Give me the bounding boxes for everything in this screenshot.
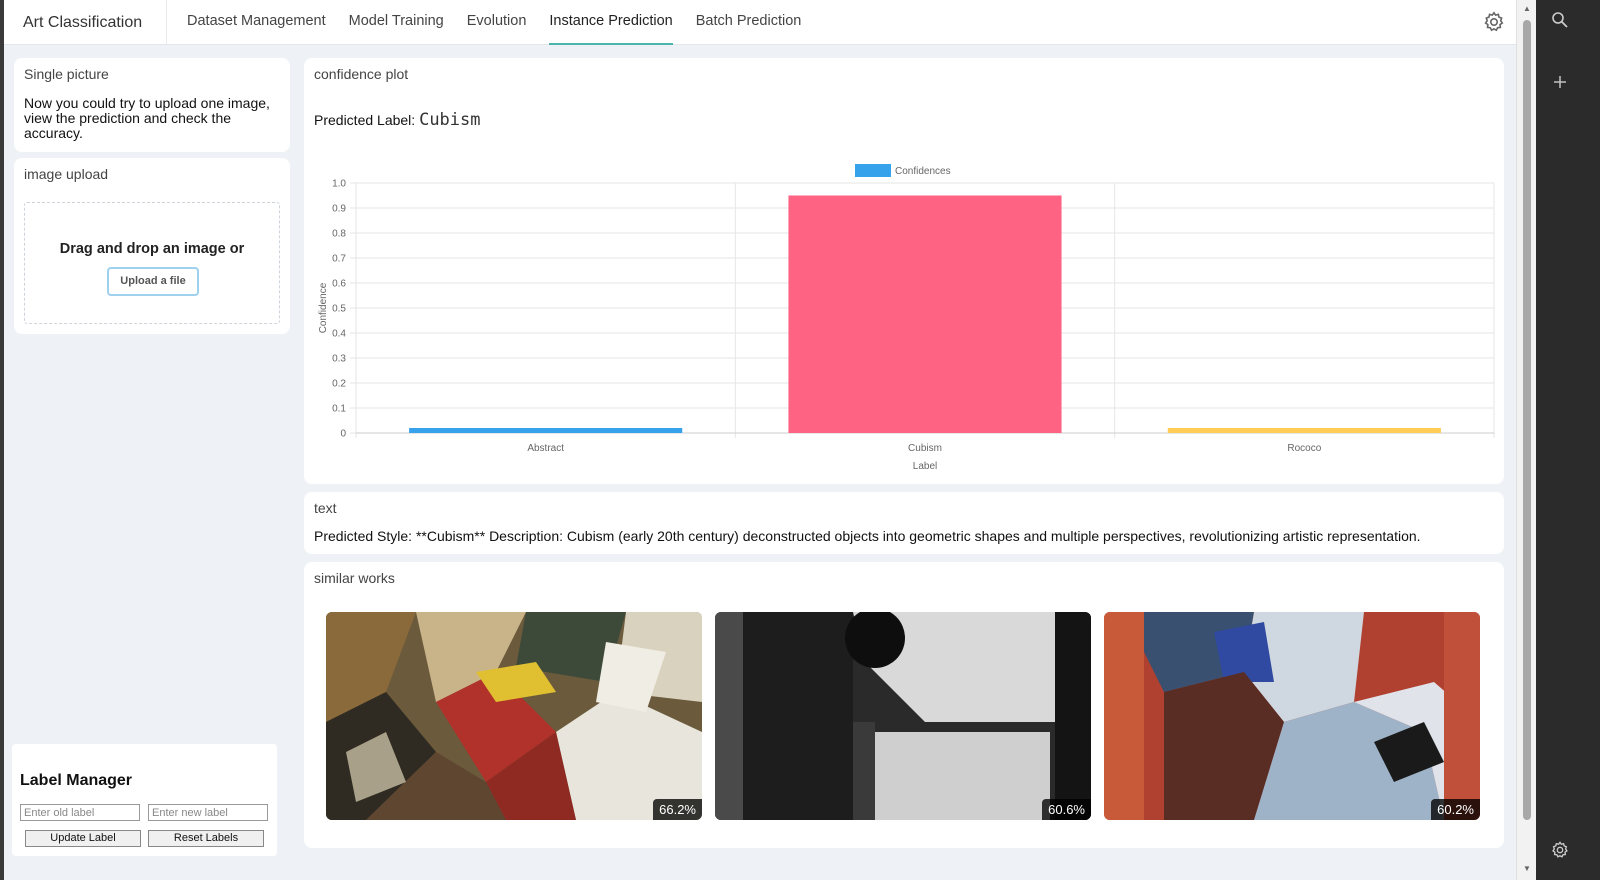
update-label-button[interactable]: Update Label (25, 830, 141, 847)
y-tick-label: 0.7 (332, 254, 346, 265)
prediction-description: Predicted Style: **Cubism** Description:… (314, 528, 1421, 544)
artwork-image (1104, 612, 1480, 820)
side-panel (1536, 0, 1600, 880)
legend-swatch (855, 164, 891, 177)
text-card: text Predicted Style: **Cubism** Descrip… (304, 492, 1504, 554)
similarity-score: 60.6% (1042, 799, 1091, 820)
tab-batch-prediction[interactable]: Batch Prediction (696, 0, 802, 45)
similar-work-thumbnail[interactable]: 60.2% (1104, 612, 1480, 820)
plus-icon[interactable] (1550, 72, 1570, 92)
label-manager-card: Label Manager Update Label Reset Labels (12, 744, 277, 856)
gear-icon[interactable] (1482, 10, 1506, 34)
similarity-score: 66.2% (653, 799, 702, 820)
tab-instance-prediction[interactable]: Instance Prediction (549, 0, 673, 45)
y-tick-label: 0.8 (332, 229, 346, 240)
confidence-bar-chart: 0 0.1 0.2 0.3 0.4 0.5 0.6 0.7 0.8 0.9 1.0 Abstract C… (318, 164, 1495, 472)
single-picture-card: Single picture Now you could try to uplo… (14, 58, 290, 152)
upload-file-button[interactable]: Upload a file (107, 267, 199, 296)
single-picture-title: Single picture (24, 66, 109, 82)
tab-evolution[interactable]: Evolution (467, 0, 527, 45)
y-tick-label: 0.1 (332, 404, 346, 415)
legend-label: Confidences (895, 166, 951, 177)
dropzone-text: Drag and drop an image or (59, 241, 245, 257)
similar-works-card: similar works 66.2% 60.6% 60.2% (304, 562, 1504, 848)
bar (788, 195, 1062, 433)
search-icon[interactable] (1550, 10, 1570, 30)
y-tick-label: 0.5 (332, 304, 346, 315)
confidence-plot-card: confidence plot Predicted Label: Cubism … (304, 58, 1504, 484)
tab-model-training[interactable]: Model Training (349, 0, 444, 45)
image-upload-card: image upload Drag and drop an image or U… (14, 158, 290, 334)
new-label-input[interactable] (148, 804, 268, 821)
y-tick-label: 0.3 (332, 354, 346, 365)
y-tick-label: 1.0 (332, 179, 346, 190)
x-tick-label: Cubism (908, 443, 942, 454)
reset-labels-button[interactable]: Reset Labels (148, 830, 264, 847)
app-title: Art Classification (23, 14, 143, 31)
tab-dataset-management[interactable]: Dataset Management (187, 0, 326, 45)
predicted-label: Predicted Label: Cubism (314, 110, 481, 130)
predicted-label-value: Cubism (419, 110, 481, 130)
y-tick-label: 0.4 (332, 329, 346, 340)
y-tick-label: 0.6 (332, 279, 346, 290)
app-window: Art Classification Dataset Management Mo… (4, 0, 1560, 880)
text-card-title: text (314, 500, 337, 516)
predicted-label-prefix: Predicted Label: (314, 112, 416, 128)
y-tick-label: 0.2 (332, 379, 346, 390)
y-axis-title: Confidence (318, 282, 329, 333)
similar-work-thumbnail[interactable]: 60.6% (715, 612, 1091, 820)
x-axis-title: Label (913, 461, 937, 472)
image-upload-title: image upload (24, 166, 109, 182)
nav-divider (166, 0, 167, 45)
bar (409, 428, 683, 433)
y-tick-label: 0 (340, 429, 346, 440)
scroll-up-icon[interactable]: ▲ (1522, 4, 1532, 14)
vertical-scrollbar[interactable]: ▲ ▼ (1516, 0, 1536, 880)
gear-icon[interactable] (1550, 840, 1570, 860)
old-label-input[interactable] (20, 804, 140, 821)
artwork-image (715, 612, 1091, 820)
bar (1167, 428, 1441, 433)
label-manager-title: Label Manager (20, 772, 133, 789)
image-dropzone[interactable]: Drag and drop an image or Upload a file (24, 202, 280, 324)
scroll-down-icon[interactable]: ▼ (1522, 864, 1532, 874)
x-tick-label: Abstract (527, 443, 564, 454)
nav-tabs: Dataset Management Model Training Evolut… (187, 0, 824, 45)
top-nav: Art Classification Dataset Management Mo… (4, 0, 1536, 45)
similarity-score: 60.2% (1431, 799, 1480, 820)
y-tick-label: 0.9 (332, 204, 346, 215)
scrollbar-thumb[interactable] (1523, 20, 1531, 820)
artwork-image (326, 612, 702, 820)
single-picture-description: Now you could try to upload one image, v… (24, 95, 270, 141)
similar-work-thumbnail[interactable]: 66.2% (326, 612, 702, 820)
x-tick-label: Rococo (1287, 443, 1321, 454)
confidence-plot-title: confidence plot (314, 66, 409, 82)
similar-works-title: similar works (314, 570, 395, 586)
